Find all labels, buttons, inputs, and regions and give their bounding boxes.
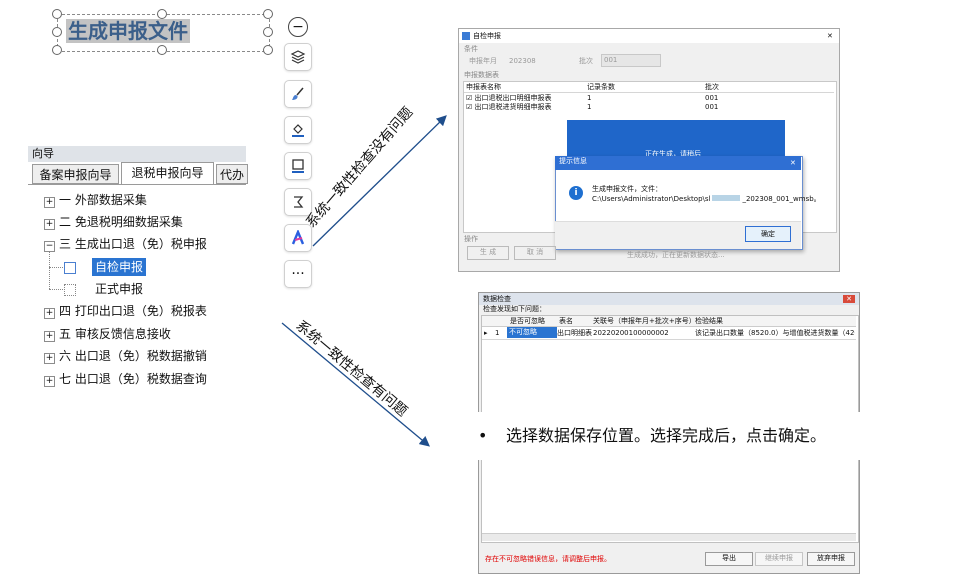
col-header: 是否可忽略 [510,317,545,325]
ops-group-label: 操作 [464,235,478,243]
col-header: 表名 [559,317,573,325]
app-icon [462,32,470,40]
continue-button[interactable]: 继续申报 [755,552,803,566]
cond-group-label: 条件 [464,45,478,53]
col-header: 关联号（申报年月+批次+序号） [593,317,696,325]
message-line2: C:\Users\Administrator\Desktop\sl _202308… [592,195,821,203]
ignore-flag-cell[interactable]: 不可忽略 [507,327,557,338]
info-icon: i [569,186,583,200]
message-title: 提示信息 [555,156,801,170]
table-name-cell: 出口明细表 [557,329,592,337]
generate-button[interactable]: 生 成 [467,246,509,260]
dialog-title: 自检申报 [473,32,501,40]
row-pointer-icon: ▸ [484,329,488,337]
tip-text: 选择数据保存位置。选择完成后，点击确定。 [506,426,827,445]
export-button[interactable]: 导出 [705,552,753,566]
col-header: 记录条数 [587,83,615,91]
row-index: 1 [495,329,500,337]
status-text: 生成成功，正在更新数据状态... [627,251,725,259]
tip-callout: • 选择数据保存位置。选择完成后，点击确定。 [468,412,872,460]
col-header: 批次 [705,83,719,91]
close-icon[interactable]: ✕ [790,158,796,168]
abandon-button[interactable]: 放弃申报 [807,552,855,566]
self-check-dialog: 自检申报 ✕ 条件 申报年月 202308 批次 001 申报数据表 申报表名称… [458,28,840,272]
result-cell: 该记录出口数量（8520.0）与增值税进货数量（4261.0）不 [695,329,855,337]
ok-button[interactable]: 确定 [745,226,791,242]
close-icon[interactable]: ✕ [827,31,833,41]
bullet: • [478,426,488,445]
ref-no-cell: 20220200100000002 [593,329,669,337]
dialog-title: 数据检查 [483,295,511,303]
horizontal-scrollbar[interactable] [482,533,856,541]
data-group-label: 申报数据表 [464,71,499,79]
error-text: 存在不可忽略错误信息，请调整后申报。 [485,555,611,563]
ym-label: 申报年月 [469,57,497,65]
table-row[interactable]: ☑ 出口退税进货明细申报表 [466,102,552,112]
close-icon[interactable]: ✕ [843,295,855,303]
ym-value: 202308 [509,57,536,65]
col-header: 申报表名称 [466,83,501,91]
batch-select[interactable]: 001 [601,54,661,67]
col-header: 检验结果 [695,317,723,325]
batch-label: 批次 [579,57,593,65]
check-subtitle: 检查发现如下问题： [483,305,546,313]
message-line1: 生成申报文件，文件： [592,185,662,193]
cancel-button[interactable]: 取 消 [514,246,556,260]
